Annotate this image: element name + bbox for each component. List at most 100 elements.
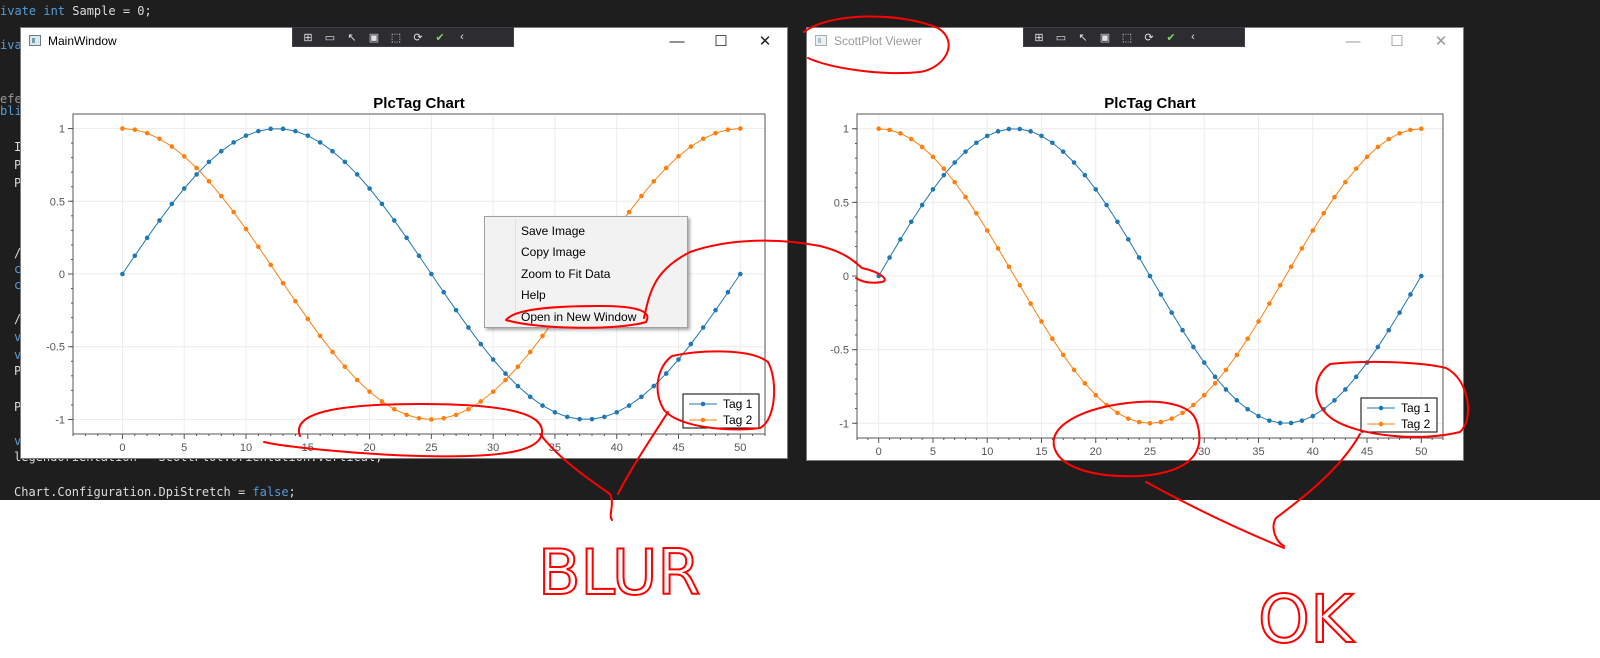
data-point	[268, 262, 274, 268]
data-point	[157, 218, 162, 223]
code-text: Sample = 0;	[65, 4, 152, 18]
menu-item-help[interactable]: Help	[521, 286, 546, 304]
select-element-icon[interactable]: ⊞	[299, 31, 317, 44]
data-point	[1104, 202, 1109, 208]
data-point	[1125, 237, 1131, 242]
data-point	[490, 357, 496, 362]
frame-icon[interactable]: ▣	[365, 31, 383, 44]
y-tick-label: -0.5	[830, 345, 849, 357]
data-point	[725, 289, 731, 295]
data-point	[713, 130, 718, 136]
data-point	[367, 389, 372, 394]
x-tick-label: 35	[549, 442, 561, 454]
minimize-button[interactable]: —	[655, 28, 699, 54]
x-tick-label: 45	[672, 442, 684, 454]
data-point	[218, 193, 224, 199]
menu-item-zoom-to-fit[interactable]: Zoom to Fit Data	[521, 265, 610, 283]
data-point	[1321, 210, 1326, 216]
x-tick-label: 30	[1198, 446, 1210, 458]
data-point	[194, 165, 199, 171]
frame-icon[interactable]: ▣	[1096, 31, 1114, 44]
data-point	[1353, 374, 1359, 380]
x-tick-label: 15	[1035, 446, 1047, 458]
camera-icon[interactable]: ▭	[321, 31, 339, 44]
data-point	[1277, 282, 1283, 288]
data-point	[1310, 228, 1316, 233]
data-point	[919, 144, 925, 150]
pointer-icon[interactable]: ↖	[343, 31, 361, 44]
plot-area[interactable]: PlcTag Chart 0 5 10 15 20 25 30 35 40 45 50 1 0.5 0 -0.…	[807, 54, 1463, 460]
data-point	[453, 307, 459, 313]
data-point	[144, 235, 150, 241]
data-point	[1136, 255, 1142, 260]
scottplot-viewer-window[interactable]: ScottPlot Viewer — ☐ ✕ PlcTag Chart 0 5 10 1…	[806, 27, 1464, 461]
data-point	[1267, 418, 1272, 423]
minimize-button[interactable]: —	[1331, 28, 1375, 54]
data-point	[404, 412, 409, 418]
code-keyword: bli	[0, 104, 22, 118]
legend-marker	[700, 401, 706, 407]
menu-item-save-image[interactable]: Save Image	[521, 222, 585, 240]
menu-item-open-in-new-window[interactable]: Open in New Window	[521, 308, 636, 326]
data-point	[974, 140, 979, 146]
data-point	[1288, 420, 1294, 426]
window-title: MainWindow	[48, 34, 117, 48]
refresh-icon[interactable]: ⟳	[1140, 31, 1158, 44]
data-point	[256, 244, 261, 250]
data-point	[1223, 367, 1229, 373]
data-point	[342, 364, 348, 370]
data-point	[1267, 301, 1272, 306]
x-tick-label: 30	[487, 442, 499, 454]
y-tick-label: 0.5	[50, 196, 65, 208]
data-point	[367, 186, 372, 191]
x-tick-label: 20	[363, 442, 375, 454]
camera-icon[interactable]: ▭	[1052, 31, 1070, 44]
data-point	[1332, 194, 1337, 200]
check-icon[interactable]: ✔	[1162, 31, 1180, 44]
data-point	[1418, 126, 1424, 132]
data-point	[974, 210, 979, 216]
collapse-icon[interactable]: ‹	[453, 31, 471, 43]
code-line: iva	[0, 38, 22, 52]
data-point	[503, 377, 508, 383]
data-point	[293, 128, 298, 134]
data-point	[589, 416, 595, 422]
data-point	[1115, 219, 1120, 225]
x-tick-label: 40	[611, 442, 623, 454]
y-tick-label: 1	[843, 124, 849, 136]
select-element-icon[interactable]: ⊞	[1030, 31, 1048, 44]
data-point	[676, 154, 681, 159]
context-menu[interactable]: Save Image Copy Image Zoom to Fit Data H…	[484, 216, 688, 328]
close-button[interactable]: ✕	[1419, 28, 1463, 54]
data-point	[639, 193, 644, 199]
y-tick-label: -1	[55, 414, 65, 426]
data-point	[737, 271, 743, 277]
data-point	[342, 159, 348, 165]
hover-select-icon[interactable]: ⬚	[387, 31, 405, 44]
xaml-debug-toolbar[interactable]: ⊞ ▭ ↖ ▣ ⬚ ⟳ ✔ ‹	[292, 27, 514, 47]
check-icon[interactable]: ✔	[431, 31, 449, 44]
data-point	[663, 165, 669, 171]
data-point	[876, 273, 882, 279]
pointer-icon[interactable]: ↖	[1074, 31, 1092, 44]
y-tick-label: 0	[843, 271, 849, 283]
xaml-debug-toolbar[interactable]: ⊞ ▭ ↖ ▣ ⬚ ⟳ ✔ ‹	[1023, 27, 1245, 47]
data-point	[1288, 264, 1294, 270]
refresh-icon[interactable]: ⟳	[409, 31, 427, 44]
maximize-button[interactable]: ☐	[699, 28, 743, 54]
hover-select-icon[interactable]: ⬚	[1118, 31, 1136, 44]
data-point	[441, 416, 447, 421]
maximize-button[interactable]: ☐	[1375, 28, 1419, 54]
data-point	[527, 349, 533, 355]
x-tick-label: 0	[876, 446, 882, 458]
data-point	[540, 333, 545, 339]
chart-title: PlcTag Chart	[1104, 95, 1195, 112]
menu-item-copy-image[interactable]: Copy Image	[521, 243, 586, 261]
collapse-icon[interactable]: ‹	[1184, 31, 1202, 43]
data-point	[1104, 402, 1109, 408]
data-point	[1191, 344, 1196, 350]
close-button[interactable]: ✕	[743, 28, 787, 54]
data-point	[676, 357, 681, 362]
data-point	[1082, 172, 1088, 178]
data-point	[1223, 387, 1229, 392]
